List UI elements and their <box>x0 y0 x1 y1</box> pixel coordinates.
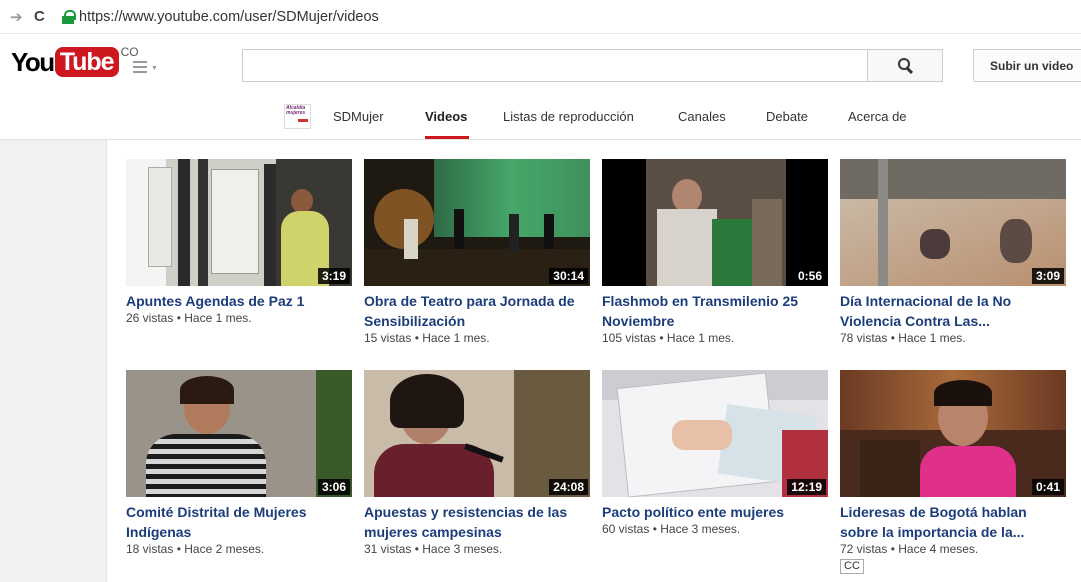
closed-captions-badge: CC <box>840 559 864 574</box>
video-card[interactable]: 0:41 Lideresas de Bogotá hablan sobre la… <box>840 370 1066 574</box>
tab-playlists[interactable]: Listas de reproducción <box>503 109 634 124</box>
left-guide-area <box>0 140 107 582</box>
video-card[interactable]: 30:14 Obra de Teatro para Jornada de Sen… <box>364 159 590 345</box>
tab-videos[interactable]: Videos <box>425 109 467 124</box>
video-title[interactable]: Apuestas y resistencias de las mujeres c… <box>364 502 590 542</box>
tab-discussion[interactable]: Debate <box>766 109 808 124</box>
channel-avatar[interactable]: Alcaldía mujeres <box>284 104 311 129</box>
active-tab-indicator <box>425 136 469 139</box>
video-title[interactable]: Obra de Teatro para Jornada de Sensibili… <box>364 291 590 331</box>
address-bar[interactable]: https://www.youtube.com/user/SDMujer/vid… <box>62 6 379 28</box>
video-title[interactable]: Pacto político ente mujeres <box>602 502 828 522</box>
youtube-logo[interactable]: You Tube CO <box>11 45 139 77</box>
video-duration: 3:19 <box>317 268 350 284</box>
video-card[interactable]: 3:06 Comité Distrital de Mujeres Indígen… <box>126 370 352 556</box>
video-card[interactable]: 24:08 Apuestas y resistencias de las muj… <box>364 370 590 556</box>
video-meta: 78 vistas • Hace 1 mes. <box>840 331 966 345</box>
lock-icon <box>62 9 76 24</box>
reload-icon[interactable]: C <box>34 8 52 25</box>
video-thumbnail[interactable]: 3:09 <box>840 159 1066 286</box>
tab-channels[interactable]: Canales <box>678 109 726 124</box>
video-meta: 18 vistas • Hace 2 meses. <box>126 542 265 556</box>
video-thumbnail[interactable]: 3:19 <box>126 159 352 286</box>
url-text: https://www.youtube.com/user/SDMujer/vid… <box>79 8 379 25</box>
video-meta: 26 vistas • Hace 1 mes. <box>126 311 252 325</box>
video-title[interactable]: Día Internacional de la No Violencia Con… <box>840 291 1066 331</box>
back-arrow-icon[interactable]: ➔ <box>10 8 28 26</box>
video-title[interactable]: Apuntes Agendas de Paz 1 <box>126 291 352 311</box>
search-input[interactable] <box>242 49 867 82</box>
video-card[interactable]: 0:56 Flashmob en Transmilenio 25 Noviemb… <box>602 159 828 345</box>
video-thumbnail[interactable]: 24:08 <box>364 370 590 497</box>
video-meta: 60 vistas • Hace 3 meses. <box>602 522 741 536</box>
video-duration: 24:08 <box>549 479 588 495</box>
video-title[interactable]: Comité Distrital de Mujeres Indígenas <box>126 502 352 542</box>
search-bar <box>242 49 943 82</box>
search-button[interactable] <box>867 49 943 82</box>
video-meta: 105 vistas • Hace 1 mes. <box>602 331 735 345</box>
browser-toolbar: ➔ C https://www.youtube.com/user/SDMujer… <box>0 0 1081 34</box>
video-card[interactable]: 3:09 Día Internacional de la No Violenci… <box>840 159 1066 345</box>
video-thumbnail[interactable]: 3:06 <box>126 370 352 497</box>
video-thumbnail[interactable]: 0:41 <box>840 370 1066 497</box>
search-icon <box>897 58 913 73</box>
tab-about[interactable]: Acerca de <box>848 109 907 124</box>
video-title[interactable]: Flashmob en Transmilenio 25 Noviembre <box>602 291 828 331</box>
masthead: You Tube CO ▼ Subir un video <box>0 34 1081 94</box>
video-thumbnail[interactable]: 30:14 <box>364 159 590 286</box>
logo-tube-text: Tube <box>54 47 119 77</box>
video-meta: 72 vistas • Hace 4 meses. <box>840 542 979 556</box>
channel-avatar-text: Alcaldía mujeres <box>286 105 306 116</box>
guide-menu-icon[interactable]: ▼ <box>133 57 161 77</box>
upload-button[interactable]: Subir un video <box>973 49 1081 82</box>
logo-you-text: You <box>11 47 55 77</box>
video-duration: 0:56 <box>793 268 826 284</box>
tab-home[interactable]: SDMujer <box>333 109 384 124</box>
video-card[interactable]: 12:19 Pacto político ente mujeres 60 vis… <box>602 370 828 536</box>
video-duration: 30:14 <box>549 268 588 284</box>
video-duration: 3:09 <box>1031 268 1064 284</box>
video-duration: 3:06 <box>317 479 350 495</box>
video-meta: 31 vistas • Hace 3 meses. <box>364 542 503 556</box>
video-thumbnail[interactable]: 0:56 <box>602 159 828 286</box>
video-thumbnail[interactable]: 12:19 <box>602 370 828 497</box>
video-duration: 12:19 <box>787 479 826 495</box>
video-title[interactable]: Lideresas de Bogotá hablan sobre la impo… <box>840 502 1066 542</box>
video-duration: 0:41 <box>1031 479 1064 495</box>
video-card[interactable]: 3:19 Apuntes Agendas de Paz 1 26 vistas … <box>126 159 352 325</box>
channel-nav: Alcaldía mujeres SDMujer Videos Listas d… <box>0 94 1081 140</box>
video-meta: 15 vistas • Hace 1 mes. <box>364 331 490 345</box>
